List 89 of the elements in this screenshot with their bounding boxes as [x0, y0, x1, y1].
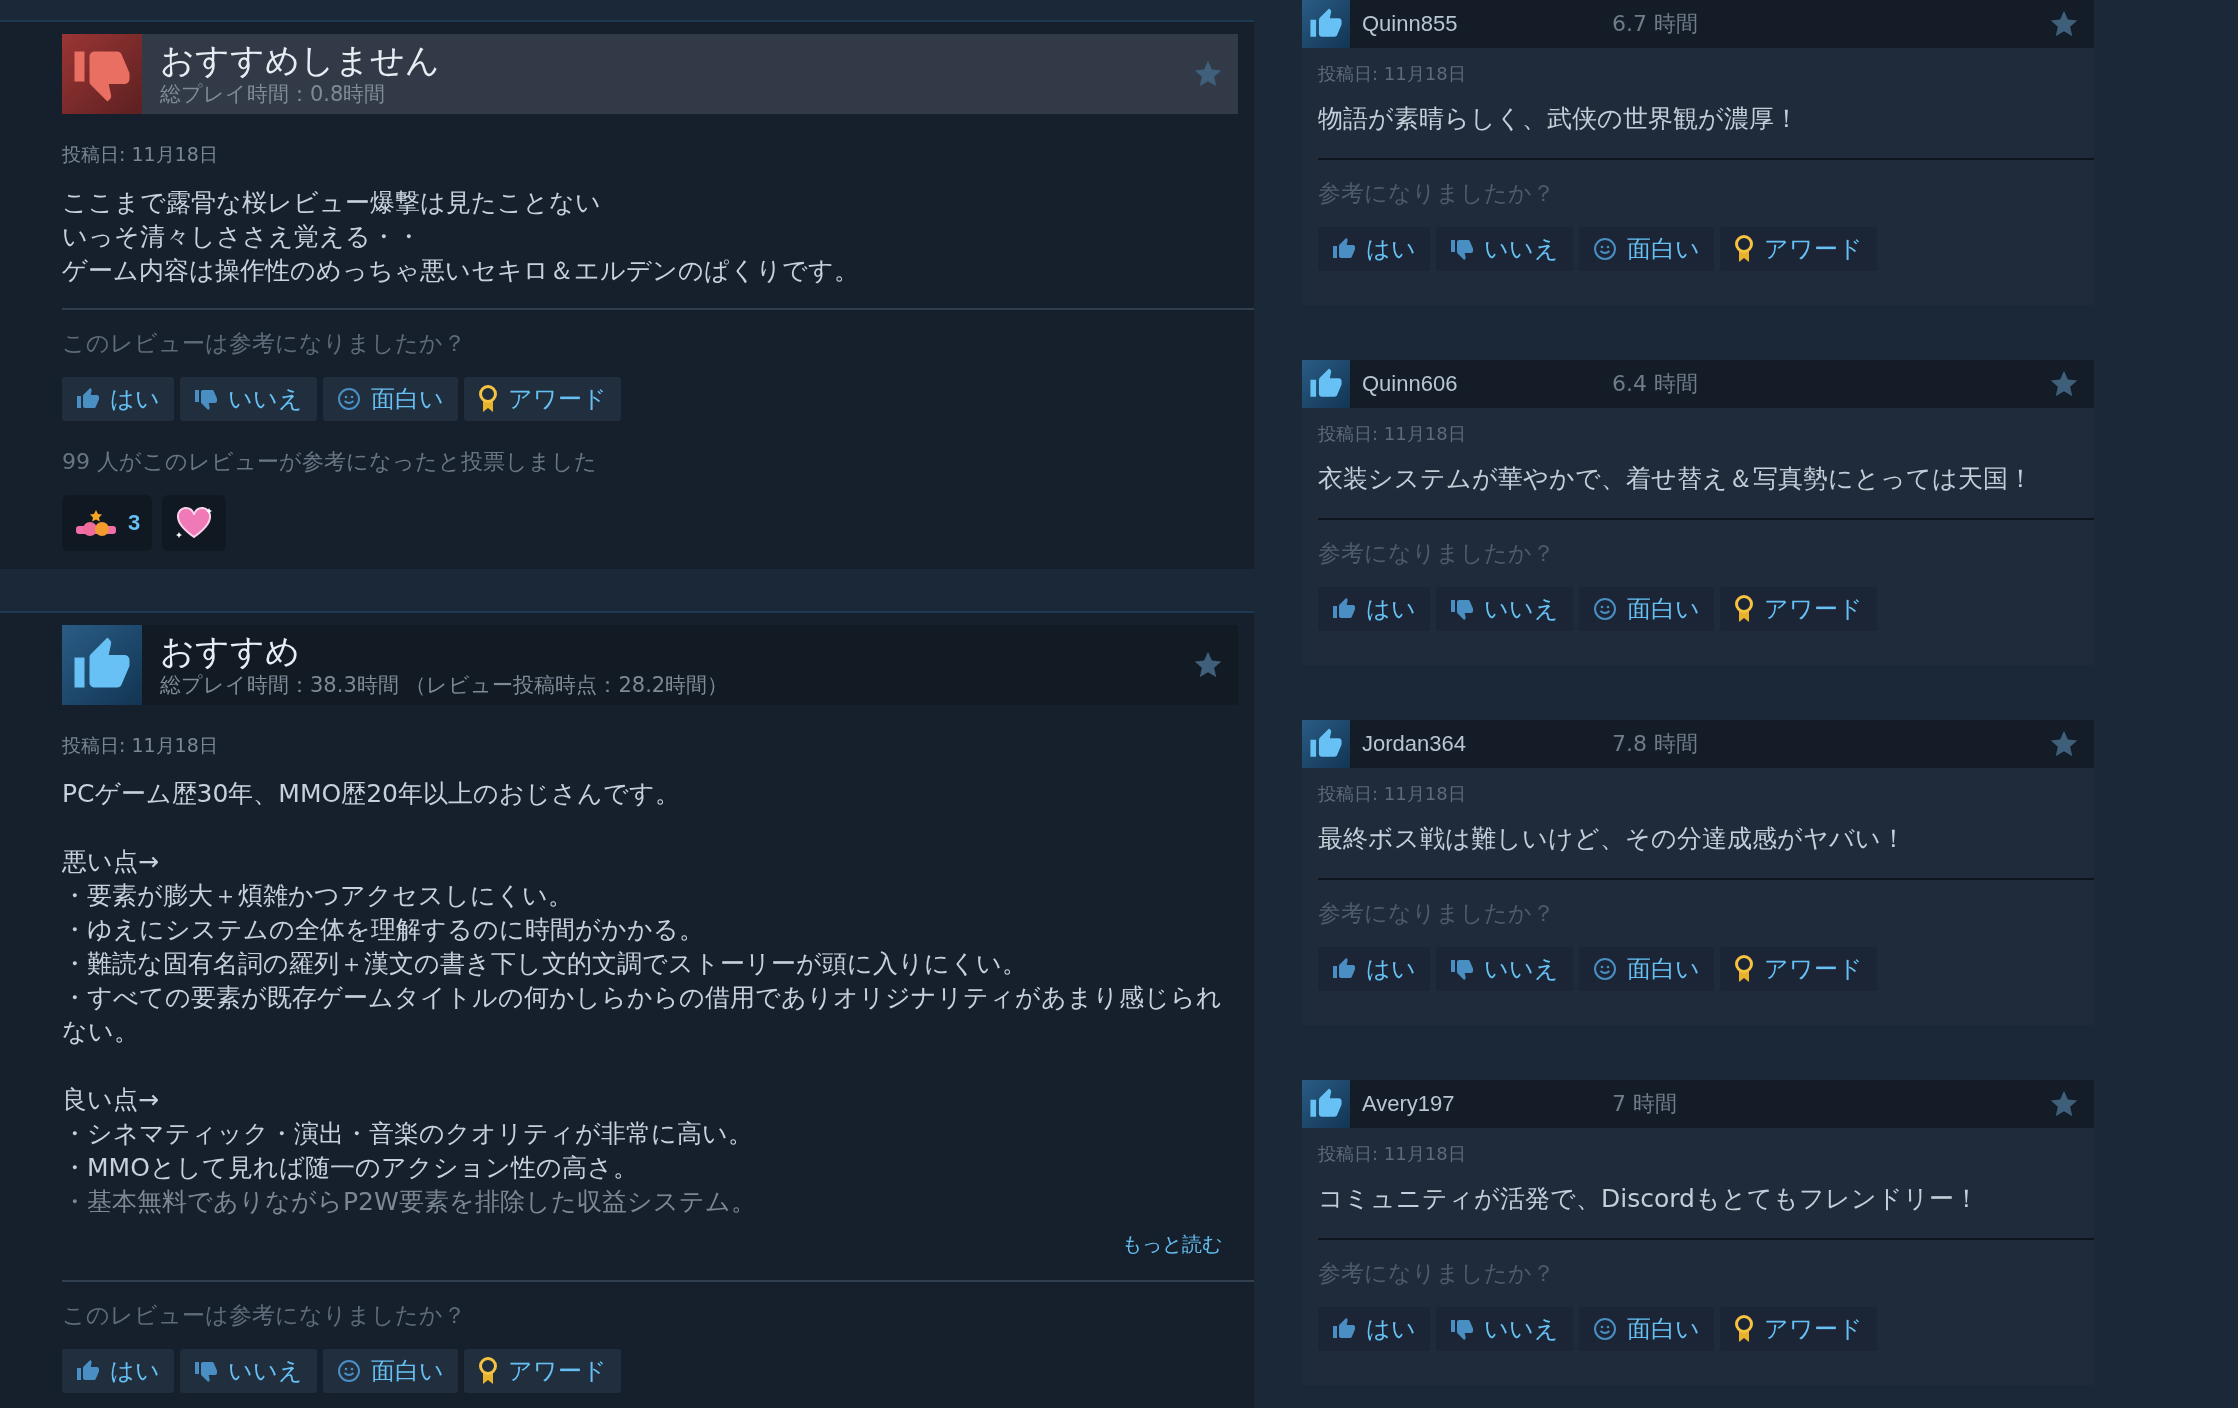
reviewer-name: Quinn606 [1361, 371, 1459, 397]
helpful-question: このレビューは参考になりましたか？ [62, 329, 466, 358]
playtime-text: 6.7 時間 [1612, 10, 1699, 38]
vote-button[interactable]: はい [1318, 227, 1430, 271]
playtime-text: 総プレイ時間：38.3時間 （レビュー投稿時点：28.2時間） [160, 672, 729, 699]
smiley-icon [1593, 597, 1617, 621]
thumb-down-icon [1450, 237, 1474, 261]
playtime-text: 7.8 時間 [1612, 730, 1699, 758]
posted-date: 投稿日: 11月18日 [62, 733, 218, 758]
thumb-down-icon [1450, 1317, 1474, 1341]
review-text-line: ・MMOとして見れば随一のアクション性の高さ。 [62, 1152, 639, 1184]
review-text: 衣装システムが華やかで、着せ替え＆写真勢にとっては天国！ [1318, 463, 2034, 495]
reviewer-name: Jordan364 [1361, 731, 1467, 757]
award-button[interactable]: アワード [1720, 947, 1877, 991]
playtime-text: 総プレイ時間：0.8時間 [160, 81, 386, 108]
review-text-line: ・ゆえにシステムの全体を理解するのに時間がかかる。 [62, 914, 705, 946]
award-ribbon-icon [478, 1357, 498, 1385]
vote-button[interactable]: はい [62, 1349, 174, 1393]
helpful-question: このレビューは参考になりましたか？ [62, 1301, 466, 1330]
review-text: 物語が素晴らしく、武侠の世界観が濃厚！ [1318, 103, 1800, 135]
review-text: コミュニティが活発で、Discordもとてもフレンドリー！ [1318, 1183, 1980, 1215]
award-button[interactable]: アワード [464, 1349, 621, 1393]
award-ribbon-icon [478, 385, 498, 413]
reviewer-name: Quinn855 [1361, 11, 1459, 37]
thumb-up-icon [1332, 237, 1356, 261]
smiley-icon [1593, 957, 1617, 981]
review-text-line: 悪い点→ [62, 846, 160, 878]
posted-date: 投稿日: 11月18日 [1318, 422, 1466, 446]
smiley-icon [337, 387, 361, 411]
review-text-line: ゲーム内容は操作性のめっちゃ悪いセキロ＆エルデンのぱくりです。 [62, 255, 860, 287]
posted-date: 投稿日: 11月18日 [62, 142, 218, 167]
review-text-line: 良い点→ [62, 1084, 160, 1116]
award-ribbon-icon [1734, 1315, 1754, 1343]
playtime-text: 7 時間 [1612, 1090, 1678, 1118]
review-verdict: おすすめ [160, 631, 300, 671]
vote-button[interactable]: いいえ [1436, 227, 1573, 271]
award-button[interactable]: アワード [1720, 1307, 1877, 1351]
review-text-line: ・基本無料でありながらP2W要素を排除した収益システム。 [62, 1186, 757, 1218]
vote-button[interactable]: いいえ [1436, 1307, 1573, 1351]
posted-date: 投稿日: 11月18日 [1318, 62, 1466, 86]
reviewer-name: Avery197 [1361, 1091, 1456, 1117]
award-ribbon-icon [1734, 235, 1754, 263]
review-text-line: ここまで露骨な桜レビュー爆撃は見たことない [62, 187, 602, 219]
vote-button[interactable]: はい [1318, 587, 1430, 631]
award-button[interactable]: アワード [1720, 587, 1877, 631]
review-verdict: おすすめしません [160, 40, 440, 80]
thumb-up-icon [76, 1359, 100, 1383]
vote-button[interactable]: はい [1318, 1307, 1430, 1351]
reaction-count: 3 [128, 510, 141, 536]
award-ribbon-icon [1734, 595, 1754, 623]
review-text-line: ・すべての要素が既存ゲームタイトルの何かしらからの借用でありオリジナリティがあまり感じられない。 [62, 982, 1223, 1048]
vote-button[interactable]: 面白い [323, 377, 458, 421]
thumb-up-icon [1332, 597, 1356, 621]
review-text: 最終ボス戦は難しいけど、その分達成感がヤバい！ [1318, 823, 1907, 855]
thumb-down-icon [194, 387, 218, 411]
posted-date: 投稿日: 11月18日 [1318, 782, 1466, 806]
vote-button[interactable]: 面白い [1579, 227, 1714, 271]
thumb-down-icon [1450, 597, 1474, 621]
vote-button[interactable]: 面白い [1579, 1307, 1714, 1351]
award-ribbon-icon [1734, 955, 1754, 983]
smiley-icon [1593, 237, 1617, 261]
award-button[interactable]: アワード [464, 377, 621, 421]
thumb-up-icon [1332, 1317, 1356, 1341]
vote-button[interactable]: いいえ [1436, 947, 1573, 991]
posted-date: 投稿日: 11月18日 [1318, 1142, 1466, 1166]
thumb-down-icon [194, 1359, 218, 1383]
vote-button[interactable]: いいえ [180, 377, 317, 421]
vote-button[interactable]: いいえ [1436, 587, 1573, 631]
vote-button[interactable]: はい [1318, 947, 1430, 991]
award-button[interactable]: アワード [1720, 227, 1877, 271]
vote-count-text: 99 人がこのレビューが参考になったと投票しました [62, 448, 597, 476]
thumb-down-icon [1450, 957, 1474, 981]
playtime-text: 6.4 時間 [1612, 370, 1699, 398]
review-text-line: ・シネマティック・演出・音楽のクオリティが非常に高い。 [62, 1118, 754, 1150]
vote-button[interactable]: 面白い [1579, 947, 1714, 991]
thumb-up-icon [76, 387, 100, 411]
vote-button[interactable]: 面白い [1579, 587, 1714, 631]
vote-button[interactable]: 面白い [323, 1349, 458, 1393]
gift-sticker-icon [74, 508, 118, 538]
smiley-icon [1593, 1317, 1617, 1341]
read-more-link[interactable]: もっと読む [1122, 1231, 1222, 1258]
thumb-up-icon [1332, 957, 1356, 981]
smiley-icon [337, 1359, 361, 1383]
vote-button[interactable]: いいえ [180, 1349, 317, 1393]
review-text-line: PCゲーム歴30年、MMO歴20年以上のおじさんです。 [62, 778, 681, 810]
review-text-line: いっそ清々しささえ覚える・・ [62, 221, 422, 253]
review-text-line: ・要素が膨大＋煩雑かつアクセスしにくい。 [62, 880, 574, 912]
review-text-line: ・難読な固有名詞の羅列＋漢文の書き下し文的文調でストーリーが頭に入りにくい。 [62, 948, 1028, 980]
vote-button[interactable]: はい [62, 377, 174, 421]
